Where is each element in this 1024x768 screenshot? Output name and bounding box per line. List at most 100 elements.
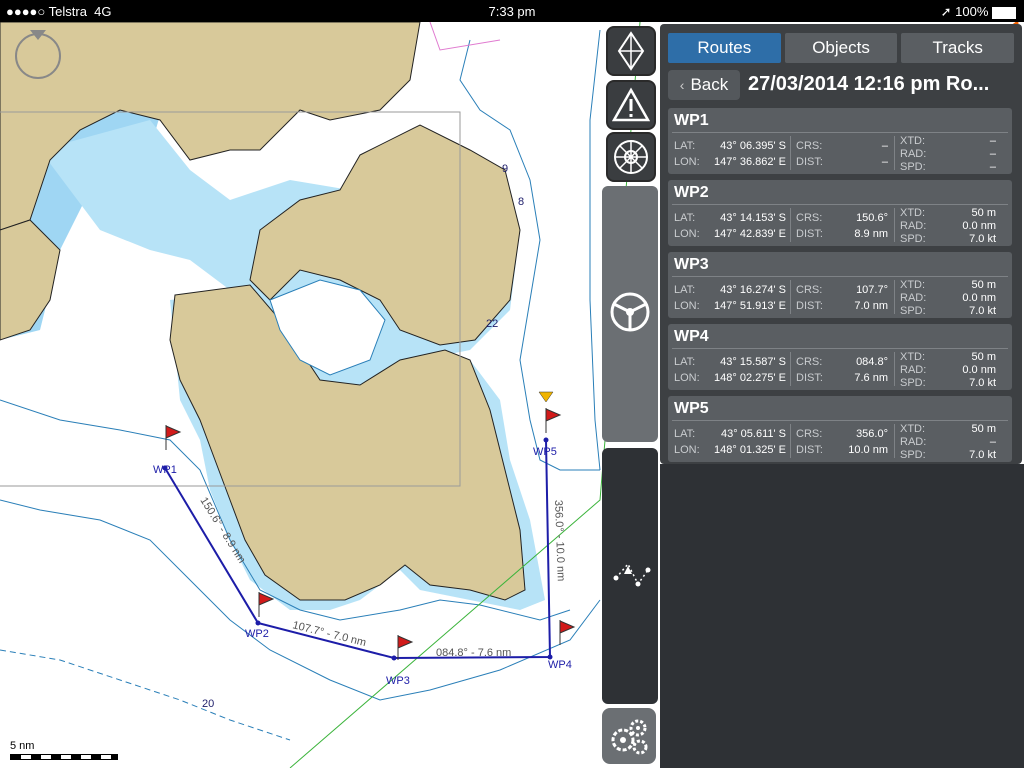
battery-indicator: ➚ 100% bbox=[941, 4, 1016, 20]
lat-value: 43° 06.395' S bbox=[720, 140, 786, 152]
route-tool-panel[interactable] bbox=[602, 448, 658, 704]
crs-label: CRS: bbox=[796, 140, 823, 152]
tab-routes[interactable]: Routes bbox=[668, 33, 781, 63]
spd-value: 7.0 kt bbox=[969, 377, 996, 389]
lon-label: LON: bbox=[674, 372, 700, 384]
lat-label: LAT: bbox=[674, 140, 696, 152]
waypoint-name: WP2 bbox=[674, 184, 709, 201]
xtd-label: XTD: bbox=[900, 423, 926, 435]
lon-value: 147° 36.862' E bbox=[714, 156, 786, 168]
lon-label: LON: bbox=[674, 156, 700, 168]
panel-tabs: Routes Objects Tracks bbox=[668, 33, 1015, 63]
waypoint-card[interactable]: WP1 LAT: 43° 06.395' S LON: 147° 36.862'… bbox=[668, 108, 1012, 174]
lat-value: 43° 05.611' S bbox=[720, 428, 786, 440]
rad-value: – bbox=[989, 148, 996, 160]
warning-button[interactable] bbox=[606, 80, 656, 130]
scale-bar bbox=[10, 754, 118, 760]
helm-icon bbox=[610, 292, 650, 332]
crs-value: 150.6° bbox=[856, 212, 888, 224]
compass-rose-button[interactable] bbox=[606, 132, 656, 182]
crs-label: CRS: bbox=[796, 284, 823, 296]
route-title: 27/03/2014 12:16 pm Ro... bbox=[748, 73, 990, 95]
lat-value: 43° 16.274' S bbox=[720, 284, 786, 296]
lat-value: 43° 15.587' S bbox=[720, 356, 786, 368]
chart-dark-area bbox=[660, 464, 1024, 768]
waypoint-name: WP5 bbox=[674, 400, 709, 417]
lon-label: LON: bbox=[674, 228, 700, 240]
lon-label: LON: bbox=[674, 300, 700, 312]
map-wp-label: WP1 bbox=[153, 464, 177, 476]
rad-value: 0.0 nm bbox=[962, 220, 996, 232]
back-label: Back bbox=[690, 75, 729, 94]
waypoint-card[interactable]: WP4 LAT: 43° 15.587' S LON: 148° 02.275'… bbox=[668, 324, 1012, 390]
tab-objects[interactable]: Objects bbox=[784, 33, 898, 63]
xtd-label: XTD: bbox=[900, 207, 926, 219]
spd-value: – bbox=[989, 161, 996, 173]
waypoint-card[interactable]: WP2 LAT: 43° 14.153' S LON: 147° 42.839'… bbox=[668, 180, 1012, 246]
crs-label: CRS: bbox=[796, 428, 823, 440]
lon-value: 147° 51.913' E bbox=[714, 300, 786, 312]
gears-icon bbox=[611, 719, 648, 755]
helm-panel[interactable] bbox=[602, 186, 658, 442]
lon-value: 148° 02.275' E bbox=[714, 372, 786, 384]
crs-label: CRS: bbox=[796, 356, 823, 368]
settings-button[interactable] bbox=[602, 708, 656, 764]
rad-label: RAD: bbox=[900, 364, 927, 376]
depth-sounding: 9 bbox=[502, 163, 508, 175]
leg-label: 084.8° - 7.6 nm bbox=[436, 647, 511, 659]
spd-label: SPD: bbox=[900, 233, 926, 245]
dist-label: DIST: bbox=[796, 156, 823, 168]
spd-value: 7.0 kt bbox=[969, 305, 996, 317]
chevron-left-icon: ‹ bbox=[679, 77, 685, 93]
lat-value: 43° 14.153' S bbox=[720, 212, 786, 224]
waypoint-name: WP1 bbox=[674, 112, 709, 129]
waypoint-card[interactable]: WP3 LAT: 43° 16.274' S LON: 147° 51.913'… bbox=[668, 252, 1012, 318]
rad-label: RAD: bbox=[900, 292, 927, 304]
xtd-label: XTD: bbox=[900, 351, 926, 363]
map-wp-label: WP2 bbox=[245, 628, 269, 640]
boat-icon bbox=[617, 31, 645, 71]
crs-value: 107.7° bbox=[856, 284, 888, 296]
spd-label: SPD: bbox=[900, 305, 926, 317]
depth-sounding: 20 bbox=[202, 698, 214, 710]
crs-label: CRS: bbox=[796, 212, 823, 224]
xtd-value: 50 m bbox=[971, 351, 996, 363]
location-arrow-icon: ➚ bbox=[940, 4, 952, 19]
xtd-label: XTD: bbox=[900, 279, 926, 291]
lon-value: 147° 42.839' E bbox=[714, 228, 786, 240]
map-wp-label: WP4 bbox=[548, 659, 572, 671]
rad-value: 0.0 nm bbox=[962, 292, 996, 304]
route-header: ‹ Back 27/03/2014 12:16 pm Ro... bbox=[668, 70, 1014, 100]
tab-tracks[interactable]: Tracks bbox=[901, 33, 1015, 63]
spd-label: SPD: bbox=[900, 449, 926, 461]
waypoint-name: WP4 bbox=[674, 328, 709, 345]
xtd-label: XTD: bbox=[900, 135, 926, 147]
dist-label: DIST: bbox=[796, 300, 823, 312]
lon-label: LON: bbox=[674, 444, 700, 456]
back-button[interactable]: ‹ Back bbox=[668, 70, 740, 100]
boat-button[interactable] bbox=[606, 26, 656, 76]
rad-label: RAD: bbox=[900, 436, 927, 448]
warning-icon bbox=[612, 87, 650, 122]
rad-label: RAD: bbox=[900, 220, 927, 232]
xtd-value: 50 m bbox=[971, 423, 996, 435]
lat-label: LAT: bbox=[674, 356, 696, 368]
dist-value: 7.6 nm bbox=[854, 372, 888, 384]
spd-value: 7.0 kt bbox=[969, 233, 996, 245]
spd-value: 7.0 kt bbox=[969, 449, 996, 461]
xtd-value: 50 m bbox=[971, 279, 996, 291]
xtd-value: 50 m bbox=[971, 207, 996, 219]
status-bar: ●●●●○ Telstra 4G 7:33 pm ➚ 100% bbox=[0, 0, 1024, 22]
route-tool-icon bbox=[613, 562, 651, 587]
waypoint-card[interactable]: WP5 LAT: 43° 05.611' S LON: 148° 01.325'… bbox=[668, 396, 1012, 462]
map-wp-label: WP5 bbox=[533, 446, 557, 458]
dist-label: DIST: bbox=[796, 372, 823, 384]
depth-sounding: 8 bbox=[518, 196, 524, 208]
scale-label: 5 nm bbox=[10, 740, 35, 752]
spd-label: SPD: bbox=[900, 377, 926, 389]
dist-label: DIST: bbox=[796, 228, 823, 240]
lat-label: LAT: bbox=[674, 284, 696, 296]
lat-label: LAT: bbox=[674, 428, 696, 440]
waypoint-name: WP3 bbox=[674, 256, 709, 273]
xtd-value: – bbox=[989, 135, 996, 147]
